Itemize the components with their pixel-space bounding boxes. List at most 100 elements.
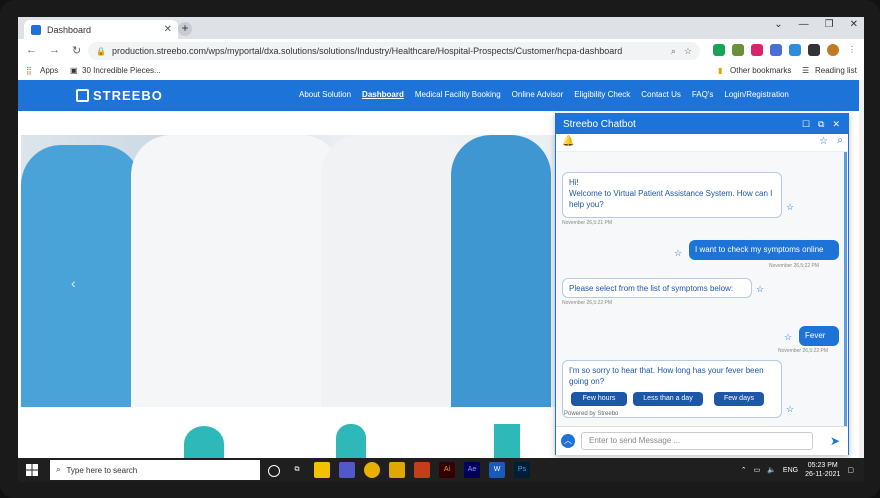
message-time: November 26,5:22 PM bbox=[562, 300, 613, 306]
reading-list-icon: ☰ bbox=[802, 66, 810, 75]
option-few-days-button[interactable]: Few days bbox=[714, 392, 764, 406]
page-scrollbar[interactable] bbox=[859, 80, 864, 463]
chevron-up-icon[interactable]: ⌃ bbox=[741, 466, 747, 474]
menu-online-advisor[interactable]: Online Advisor bbox=[512, 90, 564, 99]
star-icon[interactable]: ☆ bbox=[756, 284, 764, 295]
bookmarks-bar: ⣿ Apps ▣ 30 Incredible Pieces... ▮ Other… bbox=[18, 63, 864, 81]
bookmark-item1[interactable]: 30 Incredible Pieces... bbox=[82, 66, 161, 75]
powerpoint-icon[interactable] bbox=[414, 462, 430, 478]
message-time: November 26,5:22 PM bbox=[778, 348, 829, 354]
folder-icon: ▮ bbox=[718, 66, 723, 75]
file-explorer-icon[interactable] bbox=[389, 462, 405, 478]
carousel-prev-icon[interactable]: ‹ bbox=[71, 275, 76, 291]
photoshop-icon[interactable]: Ps bbox=[514, 462, 530, 478]
star-icon[interactable]: ☆ bbox=[784, 332, 792, 343]
bot-message-2: Please select from the list of symptoms … bbox=[562, 278, 752, 298]
sticky-notes-icon[interactable] bbox=[314, 462, 330, 478]
menu-about-solution[interactable]: About Solution bbox=[299, 90, 351, 99]
bookmark-apps[interactable]: Apps bbox=[40, 66, 58, 75]
expand-up-icon[interactable]: ︿ bbox=[561, 434, 575, 448]
extension-color-icon[interactable] bbox=[770, 44, 782, 56]
forward-icon[interactable]: → bbox=[49, 44, 60, 57]
new-tab-button[interactable]: + bbox=[178, 22, 192, 36]
close-window-icon[interactable]: ✕ bbox=[850, 19, 858, 30]
taskbar-search[interactable]: ⌕ Type here to search bbox=[50, 460, 260, 480]
streebo-logo[interactable]: STREEBO bbox=[76, 88, 163, 103]
chat-messages[interactable]: Hi! Welcome to Virtual Patient Assistanc… bbox=[556, 152, 848, 426]
chatbot-title: Streebo Chatbot bbox=[563, 118, 636, 130]
menu-login-registration[interactable]: Login/Registration bbox=[724, 90, 788, 99]
chat-scrollbar[interactable] bbox=[844, 152, 847, 426]
medical-kit-icon[interactable] bbox=[494, 424, 520, 462]
lock-icon[interactable]: 🔒 bbox=[96, 47, 106, 56]
minimize-icon[interactable]: — bbox=[799, 19, 809, 30]
menu-dashboard[interactable]: Dashboard bbox=[362, 90, 404, 99]
popout-icon[interactable]: ⧉ bbox=[818, 119, 824, 130]
shield-icon[interactable] bbox=[336, 424, 366, 462]
avatar[interactable] bbox=[827, 44, 839, 56]
bot-message-3: I'm so sorry to hear that. How long has … bbox=[562, 360, 782, 418]
tab-title: Dashboard bbox=[47, 24, 92, 35]
menu-eligibility-check[interactable]: Eligibility Check bbox=[574, 90, 630, 99]
chrome-icon[interactable] bbox=[364, 462, 380, 478]
tab-dashboard[interactable]: Dashboard ✕ bbox=[24, 20, 178, 39]
option-few-hours-button[interactable]: Few hours bbox=[571, 392, 627, 406]
url-text: production.streebo.com/wps/myportal/dxa.… bbox=[111, 46, 623, 56]
puzzle-icon[interactable] bbox=[808, 44, 820, 56]
word-icon[interactable]: W bbox=[489, 462, 505, 478]
bookmark-reading[interactable]: Reading list bbox=[815, 66, 857, 75]
network-icon[interactable]: ▭ bbox=[754, 466, 761, 474]
apps-grid-icon[interactable]: ⣿ bbox=[26, 66, 32, 75]
doctor-figure-3 bbox=[321, 135, 471, 407]
close-chat-icon[interactable]: ✕ bbox=[832, 119, 840, 130]
doctor-figure-1 bbox=[21, 145, 141, 407]
bookmark-item-icon: ▣ bbox=[70, 66, 78, 75]
search-icon[interactable]: ⌕ bbox=[671, 46, 676, 57]
clock[interactable]: 05:23 PM 26-11-2021 bbox=[805, 461, 840, 479]
volume-icon[interactable]: 🔈 bbox=[767, 466, 776, 474]
menu-dots-icon[interactable]: ⋮ bbox=[846, 44, 858, 56]
menu-contact-us[interactable]: Contact Us bbox=[641, 90, 681, 99]
extension-blue-icon[interactable] bbox=[789, 44, 801, 56]
cortana-icon[interactable] bbox=[268, 465, 280, 477]
menu-medical-facility-booking[interactable]: Medical Facility Booking bbox=[415, 90, 501, 99]
bot-message-3-text: I'm so sorry to hear that. How long has … bbox=[569, 366, 764, 386]
extension-pink-icon[interactable] bbox=[751, 44, 763, 56]
window-controls: ⌄ — ❐ ✕ bbox=[774, 19, 858, 30]
star-icon[interactable]: ☆ bbox=[786, 202, 794, 213]
notifications-icon[interactable]: ▢ bbox=[847, 466, 854, 474]
search-icon[interactable]: ⌕ bbox=[837, 135, 843, 146]
star-icon[interactable]: ☆ bbox=[674, 248, 682, 259]
windows-start-icon[interactable] bbox=[26, 464, 38, 476]
extension-download-icon[interactable] bbox=[732, 44, 744, 56]
logo-mark-icon bbox=[76, 89, 89, 102]
option-less-than-a-day-button[interactable]: Less than a day bbox=[633, 392, 703, 406]
bookmark-star-icon[interactable]: ☆ bbox=[684, 46, 692, 57]
language-indicator[interactable]: ENG bbox=[783, 467, 798, 474]
bell-icon[interactable]: 🔔 bbox=[562, 136, 574, 147]
clock-date: 26-11-2021 bbox=[805, 471, 841, 478]
send-icon[interactable]: ➤ bbox=[830, 434, 840, 448]
back-icon[interactable]: ← bbox=[26, 44, 37, 57]
chevron-down-icon[interactable]: ⌄ bbox=[774, 19, 782, 30]
illustrator-icon[interactable]: Ai bbox=[439, 462, 455, 478]
feature-icon-1[interactable] bbox=[184, 426, 224, 462]
browser-tab-bar: Dashboard ✕ + ⌄ — ❐ ✕ bbox=[18, 17, 864, 39]
restore-icon[interactable]: ❐ bbox=[825, 19, 834, 30]
bookmark-other[interactable]: Other bookmarks bbox=[730, 66, 791, 75]
powered-by: Powered by Streebo bbox=[564, 411, 619, 417]
reload-icon[interactable]: ↻ bbox=[72, 44, 81, 57]
menu-faqs[interactable]: FAQ's bbox=[692, 90, 714, 99]
address-bar[interactable]: 🔒 production.streebo.com/wps/myportal/dx… bbox=[88, 42, 700, 60]
favorite-star-icon[interactable]: ☆ bbox=[819, 136, 828, 147]
close-tab-icon[interactable]: ✕ bbox=[164, 24, 172, 35]
bot-message-1: Hi! Welcome to Virtual Patient Assistanc… bbox=[562, 172, 782, 218]
chat-message-input[interactable]: Enter to send Message ... bbox=[581, 432, 813, 450]
extension-green-icon[interactable] bbox=[713, 44, 725, 56]
after-effects-icon[interactable]: Ae bbox=[464, 462, 480, 478]
teams-icon[interactable] bbox=[339, 462, 355, 478]
maximize-icon[interactable]: ☐ bbox=[802, 119, 810, 130]
task-view-icon[interactable]: ⧉ bbox=[289, 462, 305, 478]
star-icon[interactable]: ☆ bbox=[786, 404, 794, 415]
logo-text: STREEBO bbox=[93, 88, 163, 103]
